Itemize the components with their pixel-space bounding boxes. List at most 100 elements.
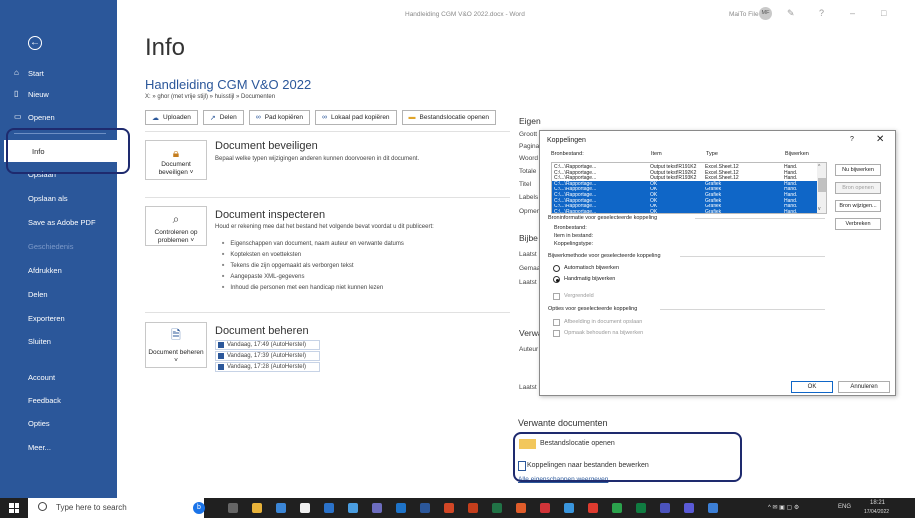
link-icon: ∞ xyxy=(255,114,261,121)
version-item[interactable]: Vandaag, 17:49 (AutoHerstel) xyxy=(215,340,320,350)
automatic-update-radio[interactable] xyxy=(553,265,560,272)
help-button[interactable]: ? xyxy=(819,8,824,18)
copy-local-path-button[interactable]: ∞ Lokaal pad kopiëren xyxy=(315,110,397,125)
share-button[interactable]: ↗ Delen xyxy=(202,110,244,125)
sidebar-item-afdrukken[interactable]: Afdrukken xyxy=(0,259,117,281)
ok-button[interactable]: OK xyxy=(791,381,833,393)
keep-formatting-checkbox[interactable] xyxy=(553,330,560,337)
open-source-button[interactable]: Bron openen xyxy=(835,182,881,194)
file-explorer-icon[interactable] xyxy=(252,503,262,513)
app-icon[interactable] xyxy=(636,503,646,513)
table-cell: C:\...\Rapportage... xyxy=(554,186,597,193)
sidebar-item-nieuw[interactable]: ▯ Nieuw xyxy=(0,83,117,105)
powerpoint-icon[interactable] xyxy=(444,503,454,513)
avatar[interactable]: MF xyxy=(759,7,772,20)
scroll-up-icon[interactable]: ^ xyxy=(818,164,820,170)
sidebar-item-sluiten[interactable]: Sluiten xyxy=(0,330,117,352)
version-item[interactable]: Vandaag, 17:28 (AutoHerstel) xyxy=(215,362,320,372)
table-row[interactable]: C:\...\Rapportage... OK Grafiek Hand. xyxy=(552,186,817,193)
sidebar-item-exporteren[interactable]: Exporteren xyxy=(0,307,117,329)
locked-checkbox[interactable] xyxy=(553,293,560,300)
clock-time[interactable]: 18:21 xyxy=(870,500,885,506)
table-row[interactable]: C:\...\Rapportage... OK Grafiek Hand. xyxy=(552,192,817,198)
save-picture-checkbox[interactable] xyxy=(553,319,560,326)
table-row[interactable]: C:\...\Rapportage... OK Grafiek Hand. xyxy=(552,197,817,204)
upload-button[interactable]: ☁ Uploaden xyxy=(145,110,198,125)
sidebar-item-geschiedenis[interactable]: Geschiedenis xyxy=(0,235,117,257)
firefox-icon[interactable] xyxy=(516,503,526,513)
title-bar: Handleiding CGM V&O 2022.docx - Word Mai… xyxy=(117,0,915,28)
source-file-label: Bronbestand: xyxy=(554,225,587,231)
divider xyxy=(680,256,825,257)
outlook-icon[interactable] xyxy=(396,503,406,513)
scrollbar[interactable]: ^ v xyxy=(817,163,826,213)
table-row[interactable]: C:\...\Rapportage... OK Grafiek Hand. xyxy=(552,203,817,210)
break-link-button[interactable]: Verbreken xyxy=(835,218,881,230)
sidebar-item-account[interactable]: Account xyxy=(0,366,117,388)
table-row[interactable]: C:\...\Rapportage... Output tekst!R192K2 E… xyxy=(552,170,817,176)
table-cell: Grafiek xyxy=(705,208,722,214)
windows-start-icon[interactable] xyxy=(9,503,19,513)
app-icon[interactable] xyxy=(468,503,478,513)
links-table[interactable]: C:\...\Rapportage... OK Grafiek Hand. C:\...… xyxy=(551,162,827,214)
search-icon xyxy=(38,502,47,511)
sidebar-item-save-as-pdf[interactable]: Save as Adobe PDF xyxy=(0,211,117,233)
app-icon[interactable] xyxy=(708,503,718,513)
sidebar-item-start[interactable]: ⌂ Start xyxy=(0,62,117,84)
sidebar-item-opslaan-als[interactable]: Opslaan als xyxy=(0,187,117,209)
app-icon[interactable] xyxy=(612,503,622,513)
close-icon[interactable]: ✕ xyxy=(876,134,884,145)
app-icon[interactable] xyxy=(684,503,694,513)
sidebar-item-opties[interactable]: Opties xyxy=(0,412,117,434)
table-row[interactable]: C:\...\Rapportage... Output tekst!R191K2 E… xyxy=(552,164,817,170)
sidebar-item-delen[interactable]: Delen xyxy=(0,283,117,305)
sidebar-item-openen[interactable]: ▭ Openen xyxy=(0,106,117,128)
app-icon[interactable] xyxy=(372,503,382,513)
app-icon[interactable] xyxy=(348,503,358,513)
teams-icon[interactable] xyxy=(660,503,670,513)
app-icon[interactable] xyxy=(564,503,574,513)
windows-taskbar: Type here to search b ^ ✉ ▣ ▢ ⚙ ENG 18:2… xyxy=(0,498,915,518)
cortana-icon[interactable]: b xyxy=(193,502,205,514)
sidebar-item-meer[interactable]: Meer... xyxy=(0,436,117,458)
folder-icon: ▬ xyxy=(408,114,416,121)
pen-icon[interactable]: ✎ xyxy=(787,8,795,19)
user-name[interactable]: MaiTo File xyxy=(729,11,759,18)
word-icon[interactable] xyxy=(420,503,430,513)
protect-document-button[interactable]: 🔒︎ Document beveiligen ˅ xyxy=(145,140,207,180)
check-issues-button[interactable]: ⌕ Controleren op problemen ˅ xyxy=(145,206,207,246)
table-row[interactable]: C:\...\Rapportage... OK Grafiek Hand. xyxy=(552,208,817,214)
scroll-down-icon[interactable]: v xyxy=(818,206,821,212)
task-view-icon[interactable] xyxy=(228,503,238,513)
cancel-button[interactable]: Annuleren xyxy=(838,381,890,393)
app-icon[interactable] xyxy=(276,503,286,513)
update-now-button[interactable]: Nu bijwerken xyxy=(835,164,881,176)
table-cell: Hand. xyxy=(784,169,798,176)
app-icon[interactable] xyxy=(324,503,334,513)
language-indicator[interactable]: ENG xyxy=(838,504,851,510)
highlight-annotation-info xyxy=(6,128,130,174)
manage-document-button[interactable]: 🗎︎ Document beheren ˅ xyxy=(145,322,207,368)
app-icon[interactable] xyxy=(540,503,550,513)
change-source-button[interactable]: Bron wijzigen... xyxy=(835,200,881,212)
taskbar-search[interactable]: Type here to search xyxy=(28,498,204,518)
tray-icons[interactable]: ^ ✉ ▣ ▢ ⚙ xyxy=(768,504,799,511)
chrome-icon[interactable] xyxy=(588,503,598,513)
scroll-thumb[interactable] xyxy=(818,178,826,192)
excel-icon[interactable] xyxy=(492,503,502,513)
table-row[interactable]: C:\...\Rapportage... OK Grafiek Hand. xyxy=(552,180,817,187)
table-row[interactable]: C:\...\Rapportage... Output tekst!R193K2 E… xyxy=(552,175,817,181)
table-cell: Grafiek xyxy=(705,180,722,187)
manual-update-radio[interactable] xyxy=(553,276,560,283)
open-file-location-button[interactable]: ▬ Bestandslocatie openen xyxy=(401,110,496,125)
app-icon[interactable] xyxy=(300,503,310,513)
copy-path-button[interactable]: ∞ Pad kopiëren xyxy=(248,110,310,125)
version-item[interactable]: Vandaag, 17:39 (AutoHerstel) xyxy=(215,351,320,361)
clock-date[interactable]: 17/04/2022 xyxy=(864,509,889,515)
arrow-left-icon[interactable]: ← xyxy=(28,36,42,50)
dialog-help-button[interactable]: ? xyxy=(850,136,854,143)
maximize-button[interactable]: □ xyxy=(881,8,886,18)
minimize-button[interactable]: – xyxy=(850,8,855,18)
sidebar-item-feedback[interactable]: Feedback xyxy=(0,389,117,411)
automatic-update-label: Automatisch bijwerken xyxy=(564,265,620,271)
